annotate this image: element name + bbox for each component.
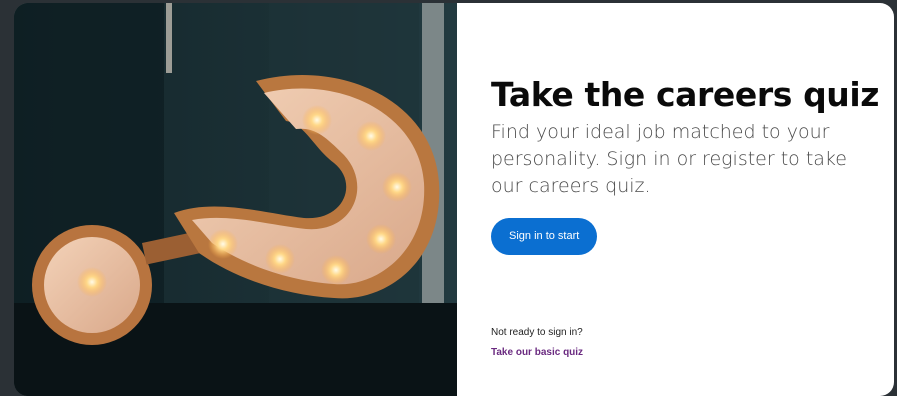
not-ready-text: Not ready to sign in?	[491, 327, 583, 338]
question-mark-lights-image	[14, 3, 457, 396]
sign-in-to-start-button[interactable]: Sign in to start	[491, 218, 598, 255]
careers-quiz-card: Take the careers quiz Find your ideal jo…	[14, 3, 894, 396]
quiz-content: Take the careers quiz Find your ideal jo…	[457, 3, 894, 396]
question-mark-photo	[14, 3, 457, 396]
quiz-description: Find your ideal job matched to your pers…	[491, 121, 847, 197]
quiz-title: Take the careers quiz	[491, 75, 880, 114]
basic-quiz-link[interactable]: Take our basic quiz	[491, 347, 583, 358]
